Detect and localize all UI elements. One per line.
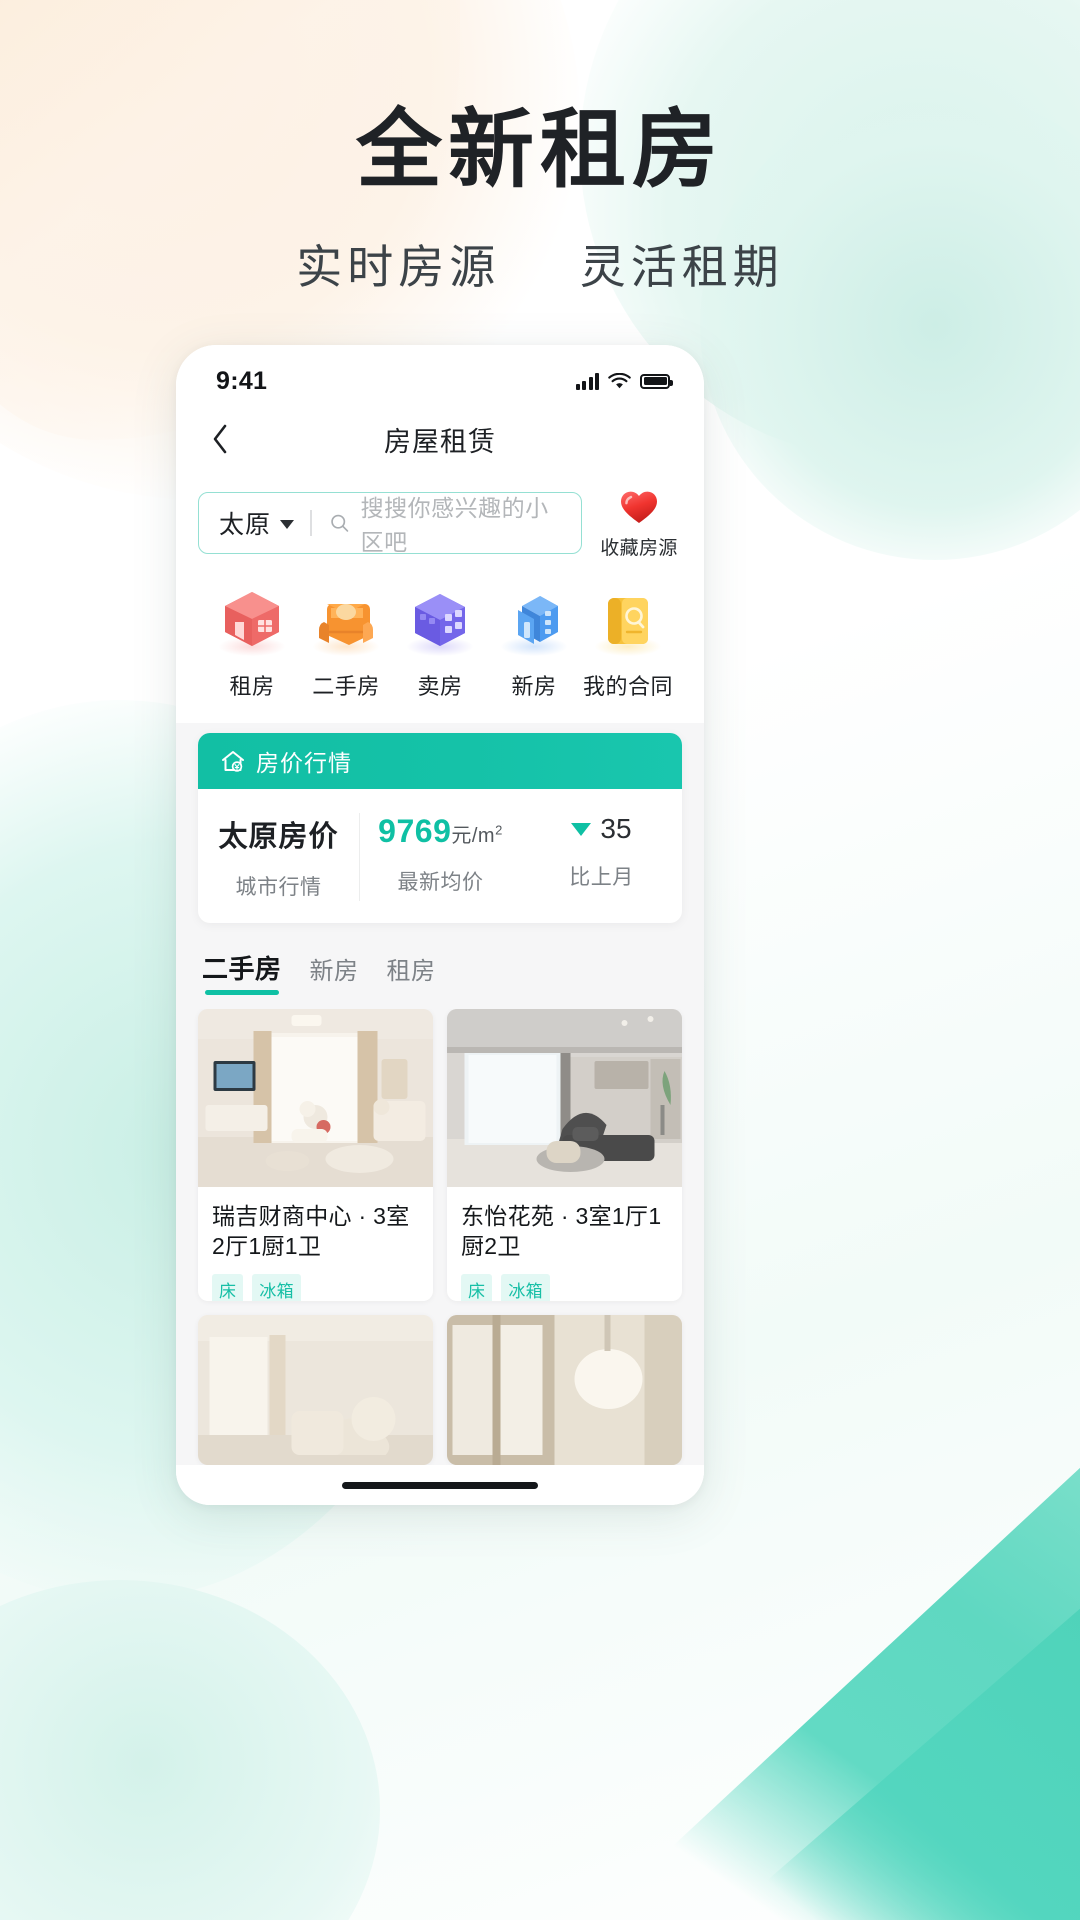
window-lamp-photo <box>447 1315 682 1465</box>
listing-card[interactable] <box>198 1315 433 1465</box>
price-trend-card-body: 太原房价 城市行情 9769元/m2 最新均价 35 比上月 <box>198 789 682 923</box>
triangle-down-icon <box>571 822 592 836</box>
back-button[interactable] <box>202 421 238 457</box>
category-item-rent[interactable]: 租房 <box>206 586 298 701</box>
listing-tag: 床 <box>461 1273 493 1301</box>
listing-title: 瑞吉财商中心 · 3室2厅1厨1卫 <box>212 1203 410 1260</box>
poster-subheadline: 实时房源 灵活租期 <box>0 231 1080 297</box>
category-label: 二手房 <box>312 674 380 699</box>
price-column-average: 9769元/m2 最新均价 <box>359 813 521 901</box>
status-bar-time: 9:41 <box>216 366 268 395</box>
search-icon <box>330 514 348 532</box>
category-label: 我的合同 <box>582 674 673 699</box>
listing-tag: 冰箱 <box>501 1273 550 1301</box>
tab-rent[interactable]: 租房 <box>387 951 436 995</box>
phone-mockup: 9:41 房屋租赁 太原 搜搜你感兴趣的小区吧 收藏房源 租房 二手房 卖房 新… <box>176 345 704 1505</box>
price-delta-label: 比上月 <box>569 866 634 889</box>
listing-card-body: 东怡花苑 · 3室1厅1厨2卫 床 冰箱 111m2|南北|小店区 ￥ 87 万 <box>447 1187 682 1301</box>
page-title: 房屋租赁 <box>384 426 496 457</box>
listing-tag: 冰箱 <box>252 1273 301 1301</box>
poster-subheadline-right: 灵活租期 <box>579 240 784 293</box>
modern-living-room-photo <box>447 1009 682 1187</box>
cellular-signal-icon <box>575 372 599 390</box>
price-average-unit: 元/m2 <box>451 822 503 847</box>
listing-card-body: 瑞吉财商中心 · 3室2厅1厨1卫 床 冰箱 111m2|南北|小店区 ￥ 97… <box>198 1187 433 1301</box>
price-average-label: 最新均价 <box>397 871 484 894</box>
search-bar[interactable]: 太原 搜搜你感兴趣的小区吧 <box>198 491 582 554</box>
house-price-icon <box>222 751 244 772</box>
status-bar-indicators <box>575 372 673 390</box>
apartment-3d-icon <box>401 586 479 656</box>
battery-full-icon <box>640 373 673 389</box>
listing-title: 东怡花苑 · 3室1厅1厨2卫 <box>461 1203 662 1260</box>
category-item-sell[interactable]: 卖房 <box>394 586 486 701</box>
listing-card[interactable]: 东怡花苑 · 3室1厅1厨2卫 床 冰箱 111m2|南北|小店区 ￥ 87 万 <box>447 1009 682 1301</box>
listing-tags: 床 冰箱 <box>461 1273 668 1301</box>
app-nav-bar: 房屋租赁 <box>176 407 704 471</box>
price-average-value: 9769元/m2 <box>378 813 503 850</box>
price-average-number: 9769 <box>378 813 452 849</box>
price-column-delta: 35 比上月 <box>521 813 682 901</box>
search-input-wrap[interactable]: 搜搜你感兴趣的小区吧 <box>312 493 581 553</box>
category-shortcut-row: 租房 二手房 卖房 新房 我的合同 <box>176 560 704 723</box>
price-city-value: 太原房价 <box>218 821 339 853</box>
tab-secondhand[interactable]: 二手房 <box>202 949 282 995</box>
price-column-city: 太原房价 城市行情 <box>198 813 359 901</box>
home-indicator-area <box>176 1465 704 1505</box>
favorite-listings-label: 收藏房源 <box>600 538 678 559</box>
category-item-secondhand[interactable]: 二手房 <box>300 586 392 701</box>
living-room-photo <box>198 1009 433 1187</box>
status-bar: 9:41 <box>176 345 704 407</box>
office-building-3d-icon <box>495 586 573 656</box>
price-city-label: 城市行情 <box>235 876 322 899</box>
search-row: 太原 搜搜你感兴趣的小区吧 收藏房源 <box>176 479 704 560</box>
listing-tags: 床 冰箱 <box>212 1273 419 1301</box>
heart-filled-icon <box>617 487 661 527</box>
search-input[interactable]: 搜搜你感兴趣的小区吧 <box>361 493 567 553</box>
category-label: 卖房 <box>417 674 463 699</box>
city-selector[interactable]: 太原 <box>199 493 310 553</box>
contract-3d-icon <box>589 586 667 656</box>
poster-headline: 全新租房 <box>356 102 724 198</box>
app-top-white-section: 太原 搜搜你感兴趣的小区吧 收藏房源 租房 二手房 卖房 新房 我的合同 <box>176 471 704 723</box>
wifi-icon <box>608 372 631 388</box>
category-label: 新房 <box>511 674 557 699</box>
tab-newhouse[interactable]: 新房 <box>310 951 359 995</box>
armchair-3d-icon <box>307 586 385 656</box>
price-trend-card[interactable]: 房价行情 太原房价 城市行情 9769元/m2 最新均价 35 比上月 <box>198 733 682 923</box>
category-item-contract[interactable]: 我的合同 <box>582 586 674 701</box>
listing-grid: 瑞吉财商中心 · 3室2厅1厨1卫 床 冰箱 111m2|南北|小店区 ￥ 97… <box>176 1009 704 1465</box>
price-trend-card-title: 房价行情 <box>256 750 352 776</box>
price-delta-value: 35 <box>571 813 632 845</box>
category-label: 租房 <box>229 674 275 699</box>
chevron-down-icon <box>280 519 295 529</box>
home-indicator[interactable] <box>342 1481 538 1489</box>
favorite-listings-button[interactable]: 收藏房源 <box>596 485 682 560</box>
listing-tabs: 二手房 新房 租房 <box>176 923 704 1009</box>
app-scroll-area[interactable]: 太原 搜搜你感兴趣的小区吧 收藏房源 租房 二手房 卖房 新房 我的合同 房价行… <box>176 471 704 1465</box>
category-item-newhouse[interactable]: 新房 <box>488 586 580 701</box>
chevron-left-icon <box>213 424 227 454</box>
listing-card[interactable] <box>447 1315 682 1465</box>
price-trend-card-header: 房价行情 <box>198 733 682 789</box>
city-selector-label: 太原 <box>219 510 272 539</box>
price-trend-section: 房价行情 太原房价 城市行情 9769元/m2 最新均价 35 比上月 <box>176 723 704 923</box>
listing-tag: 床 <box>212 1273 244 1301</box>
poster-subheadline-left: 实时房源 <box>296 240 501 293</box>
house-3d-icon <box>213 586 291 656</box>
price-delta-number: 35 <box>600 813 632 844</box>
listing-card[interactable]: 瑞吉财商中心 · 3室2厅1厨1卫 床 冰箱 111m2|南北|小店区 ￥ 97… <box>198 1009 433 1301</box>
poster-headline-group: 全新租房 实时房源 灵活租期 <box>0 104 1080 297</box>
bedroom-photo <box>198 1315 433 1465</box>
